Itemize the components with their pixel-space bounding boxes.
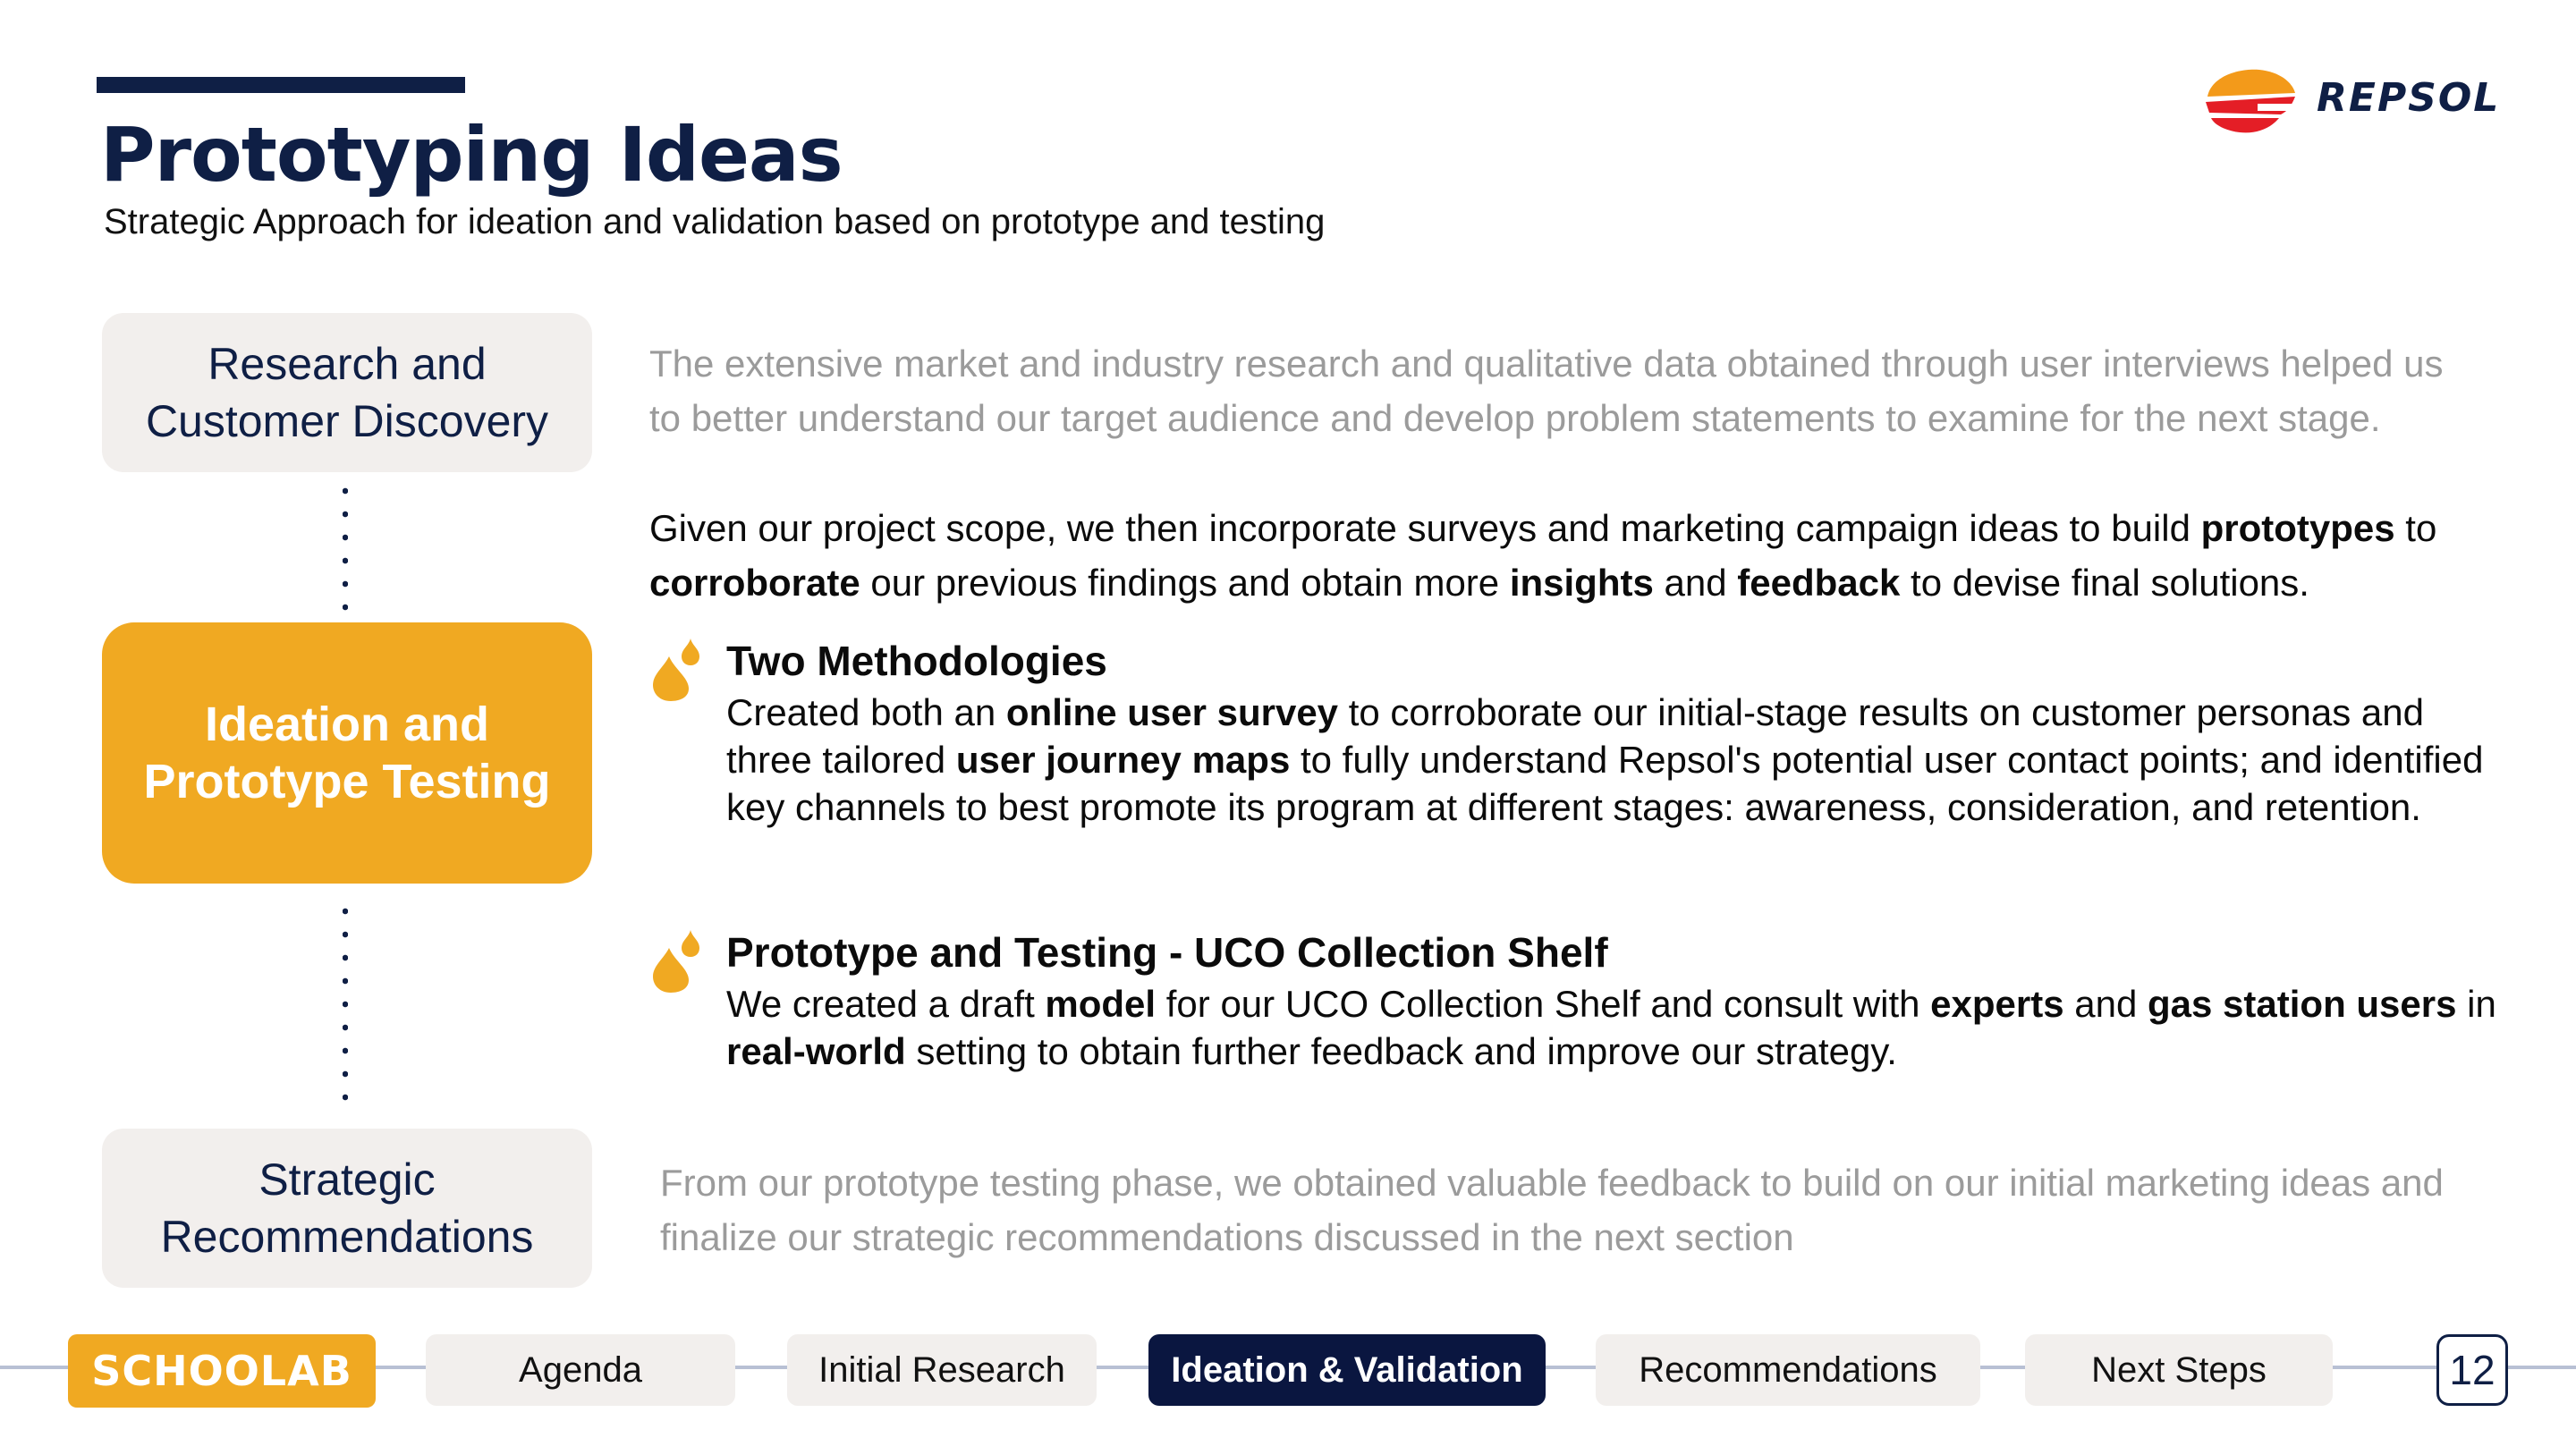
droplets-icon xyxy=(653,639,699,701)
nav-next-steps[interactable]: Next Steps xyxy=(2025,1334,2333,1406)
nav-ideation-validation[interactable]: Ideation & Validation xyxy=(1148,1334,1546,1406)
methodology-title: Two Methodologies xyxy=(726,638,1107,684)
research-paragraph: The extensive market and industry resear… xyxy=(649,343,2444,439)
scope-paragraph: Given our project scope, we then incorpo… xyxy=(649,507,2437,604)
prototype-body: We created a draft model for our UCO Col… xyxy=(726,983,2496,1072)
nav-initial-research[interactable]: Initial Research xyxy=(787,1334,1097,1406)
nav-agenda[interactable]: Agenda xyxy=(426,1334,735,1406)
stage-connector xyxy=(343,479,348,613)
page-subtitle: Strategic Approach for ideation and vali… xyxy=(104,202,1326,241)
prototype-title: Prototype and Testing - UCO Collection S… xyxy=(726,929,1608,976)
methodology-body: Created both an online user survey to co… xyxy=(726,691,2484,828)
stage-research: Research and Customer Discovery xyxy=(102,313,592,472)
schoolab-logo[interactable]: SCHOOLAB xyxy=(68,1334,376,1408)
stage-recommendations-label: Strategic Recommendations xyxy=(160,1155,534,1262)
page-title: Prototyping Ideas xyxy=(100,111,843,199)
page-number: 12 xyxy=(2436,1334,2508,1406)
stage-recommendations: Strategic Recommendations xyxy=(102,1129,592,1288)
stage-research-label: Research and Customer Discovery xyxy=(145,339,549,446)
stage-connector xyxy=(343,900,348,1111)
stage-ideation-label: Ideation and Prototype Testing xyxy=(143,698,551,808)
droplets-icon xyxy=(653,930,699,993)
repsol-wordmark: REPSOL xyxy=(2317,75,2501,121)
nav-recommendations[interactable]: Recommendations xyxy=(1596,1334,1980,1406)
repsol-logo: REPSOL xyxy=(2202,66,2506,134)
repsol-flame-icon xyxy=(2206,69,2295,133)
conclusion-paragraph: From our prototype testing phase, we obt… xyxy=(660,1162,2444,1258)
stage-ideation: Ideation and Prototype Testing xyxy=(102,622,592,884)
title-accent-bar xyxy=(97,77,465,93)
